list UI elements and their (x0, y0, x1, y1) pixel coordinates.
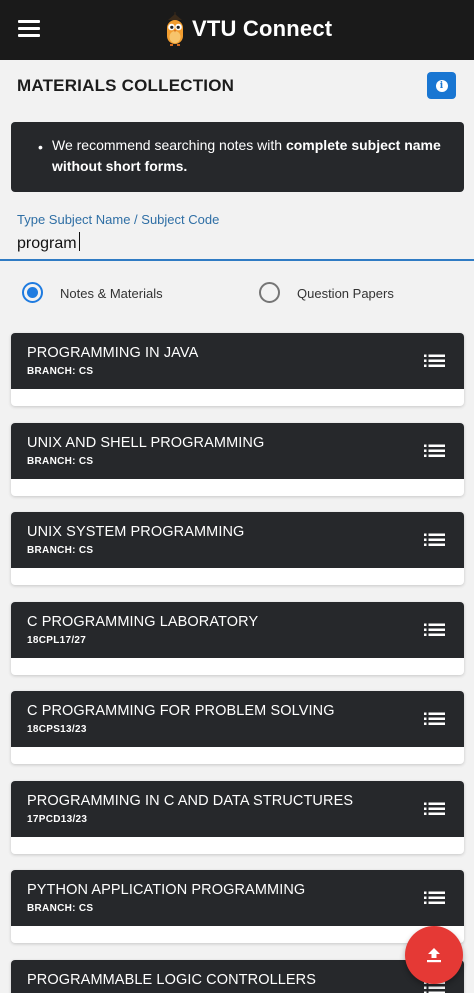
result-title: UNIX SYSTEM PROGRAMMING (27, 524, 245, 540)
text-caret (79, 232, 80, 251)
bullet-icon: • (38, 139, 43, 155)
result-title: C PROGRAMMING LABORATORY (27, 614, 259, 630)
result-subtitle: 18CPL17/27 (27, 635, 87, 646)
result-title: PYTHON APPLICATION PROGRAMMING (27, 882, 306, 898)
result-card[interactable]: C PROGRAMMING LABORATORY 18CPL17/27 (11, 602, 464, 675)
result-card-header: C PROGRAMMING LABORATORY 18CPL17/27 (11, 602, 464, 658)
result-subtitle: 18CPS13/23 (27, 724, 87, 735)
result-subtitle: 17PCD13/23 (27, 814, 88, 825)
result-subtitle: BRANCH: CS (27, 366, 94, 377)
top-app-bar: VTU Connect (0, 0, 474, 60)
radio-question-papers[interactable] (259, 282, 280, 303)
result-title: PROGRAMMABLE LOGIC CONTROLLERS (27, 972, 317, 988)
radio-notes-materials[interactable] (22, 282, 43, 303)
search-tip-banner: • We recommend searching notes with comp… (11, 122, 464, 192)
result-title: UNIX AND SHELL PROGRAMMING (27, 435, 265, 451)
result-card-header: UNIX SYSTEM PROGRAMMING BRANCH: CS (11, 512, 464, 568)
radio-label-notes: Notes & Materials (60, 286, 163, 301)
result-subtitle: BRANCH: CS (27, 456, 94, 467)
info-icon: i (435, 79, 448, 92)
result-card[interactable]: PROGRAMMING IN JAVA BRANCH: CS (11, 333, 464, 406)
page-title: MATERIALS COLLECTION (17, 76, 235, 95)
result-card-header: PROGRAMMING IN C AND DATA STRUCTURES 17PC… (11, 781, 464, 837)
result-card[interactable]: UNIX SYSTEM PROGRAMMING BRANCH: CS (11, 512, 464, 585)
search-input[interactable] (0, 229, 474, 261)
result-card[interactable]: C PROGRAMMING FOR PROBLEM SOLVING 18CPS13… (11, 691, 464, 764)
result-card[interactable]: PYTHON APPLICATION PROGRAMMING BRANCH: CS (11, 870, 464, 943)
result-subtitle: BRANCH: CS (27, 903, 94, 914)
result-card-header: C PROGRAMMING FOR PROBLEM SOLVING 18CPS13… (11, 691, 464, 747)
list-icon[interactable] (424, 532, 445, 548)
result-card[interactable]: UNIX AND SHELL PROGRAMMING BRANCH: CS (11, 423, 464, 496)
list-icon[interactable] (424, 443, 445, 459)
result-card[interactable]: PROGRAMMABLE LOGIC CONTROLLERS (11, 960, 464, 993)
result-title: PROGRAMMING IN JAVA (27, 345, 199, 361)
app-name: VTU Connect (192, 16, 333, 41)
result-card-header: PYTHON APPLICATION PROGRAMMING BRANCH: CS (11, 870, 464, 926)
list-icon[interactable] (424, 622, 445, 638)
result-card-header: UNIX AND SHELL PROGRAMMING BRANCH: CS (11, 423, 464, 479)
search-label: Type Subject Name / Subject Code (17, 212, 220, 227)
app-brand: VTU Connect (164, 10, 332, 48)
list-icon[interactable] (424, 711, 445, 727)
upload-button[interactable] (405, 926, 463, 984)
list-icon[interactable] (424, 890, 445, 906)
upload-icon (427, 948, 441, 963)
owl-logo-icon (167, 12, 183, 46)
result-card-header: PROGRAMMING IN JAVA BRANCH: CS (11, 333, 464, 389)
result-card-header: PROGRAMMABLE LOGIC CONTROLLERS (11, 960, 464, 993)
tip-text: We recommend searching notes with (52, 137, 286, 153)
list-icon[interactable] (424, 353, 445, 369)
result-title: C PROGRAMMING FOR PROBLEM SOLVING (27, 703, 335, 719)
result-subtitle: BRANCH: CS (27, 545, 94, 556)
hamburger-icon[interactable] (18, 20, 40, 40)
info-button[interactable]: i (427, 72, 456, 99)
list-icon[interactable] (424, 801, 445, 817)
result-card[interactable]: PROGRAMMING IN C AND DATA STRUCTURES 17PC… (11, 781, 464, 854)
result-title: PROGRAMMING IN C AND DATA STRUCTURES (27, 793, 354, 809)
radio-label-papers: Question Papers (297, 286, 394, 301)
